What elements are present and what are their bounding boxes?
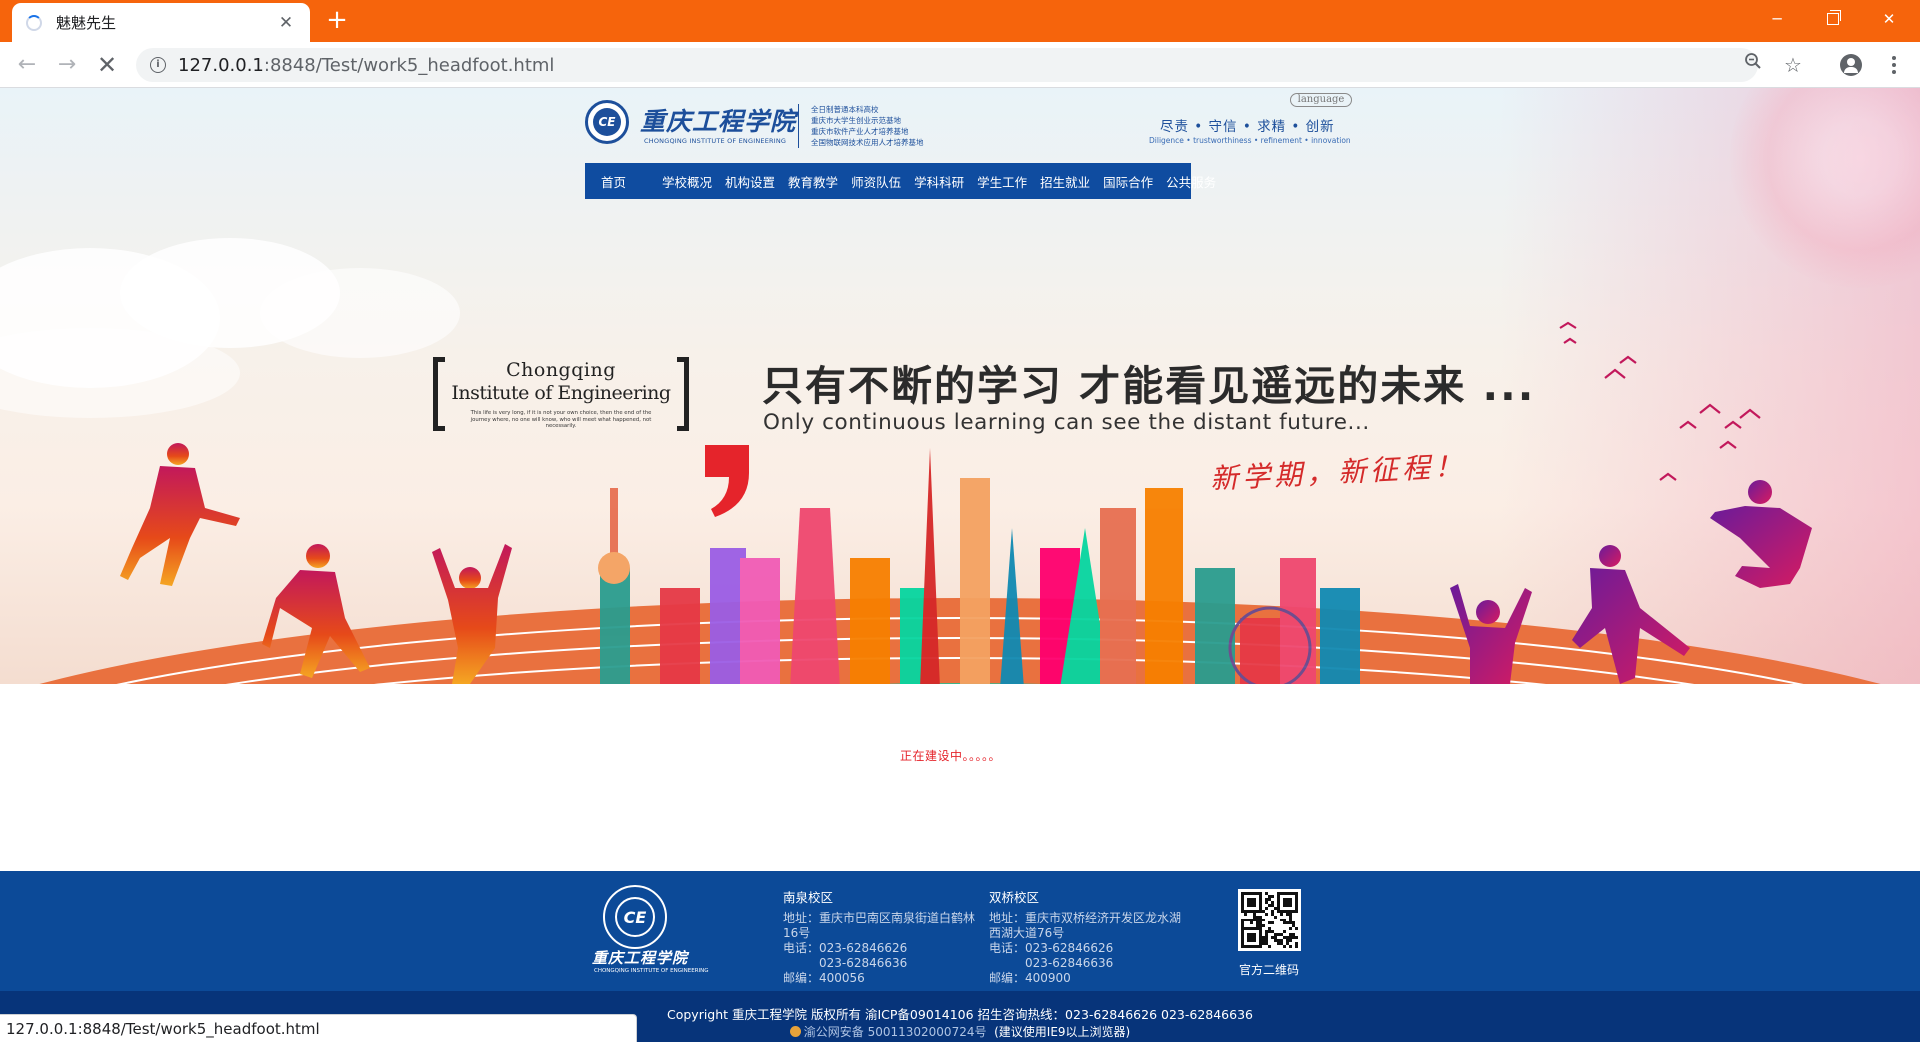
campus-shuangqiao: 双桥校区 地址：重庆市双桥经济开发区龙水湖西湖大道76号 电话：023-6284… xyxy=(989,890,1189,986)
nav-education[interactable]: 教育教学 xyxy=(788,172,838,191)
beian-id[interactable]: 渝公网安备 50011302000724号 xyxy=(804,1025,987,1039)
school-name-en: CHONGQING INSTITUTE OF ENGINEERING xyxy=(644,137,787,145)
campus-address: 地址：重庆市双桥经济开发区龙水湖西湖大道76号 xyxy=(989,911,1182,940)
nav-organization[interactable]: 机构设置 xyxy=(725,172,775,191)
qr-label: 官方二维码 xyxy=(1239,963,1300,977)
loading-spinner-icon xyxy=(26,14,42,31)
honor-item: 重庆市软件产业人才培养基地 xyxy=(811,127,909,136)
header-divider xyxy=(798,104,799,148)
url-path: :8848/Test/work5_headfoot.html xyxy=(263,54,555,76)
browser-toolbar: ← → ✕ i 127.0.0.1:8848/Test/work5_headfo… xyxy=(0,42,1920,88)
window-minimize-button[interactable]: ─ xyxy=(1754,0,1800,38)
footer-logo-mark: CE xyxy=(615,897,655,937)
main-nav: 首页 学校概况 机构设置 教育教学 师资队伍 学科科研 学生工作 招生就业 国际… xyxy=(585,163,1216,199)
browser-tab[interactable]: 魅魅先生 ✕ xyxy=(12,3,310,42)
slogan-en: Only continuous learning can see the dis… xyxy=(763,410,1370,435)
restore-icon xyxy=(1827,10,1841,25)
campus-phone: 电话：023-62846626 xyxy=(989,941,1114,955)
brand-bracket-box: Chongqing Institute of Engineering This … xyxy=(433,357,689,431)
footer-logo-en: CHONGQING INSTITUTE OF ENGINEERING xyxy=(594,968,709,974)
slogan-cn: 只有不断的学习 才能看见遥远的未来 ... xyxy=(762,362,1536,410)
status-bar-url: 127.0.0.1:8848/Test/work5_headfoot.html xyxy=(0,1014,637,1042)
campus-postcode: 邮编：400056 xyxy=(783,971,865,985)
nav-international[interactable]: 国际合作 xyxy=(1103,172,1153,191)
honor-item: 全国物联网技术应用人才培养基地 xyxy=(811,138,924,147)
stop-loading-button[interactable]: ✕ xyxy=(92,50,122,80)
nav-student-affairs[interactable]: 学生工作 xyxy=(977,172,1027,191)
language-button[interactable]: language xyxy=(1290,93,1352,107)
browser-tip: (建议使用IE9以上浏览器) xyxy=(994,1025,1131,1039)
school-name-cn[interactable]: 重庆工程学院 xyxy=(640,102,796,138)
window-close-button[interactable]: ✕ xyxy=(1866,0,1912,38)
footer-logo: CE xyxy=(603,885,667,949)
address-bar[interactable]: i 127.0.0.1:8848/Test/work5_headfoot.htm… xyxy=(136,48,1802,82)
zoom-icon[interactable] xyxy=(1740,52,1766,78)
footer-logo-cn: 重庆工程学院 xyxy=(592,949,689,967)
more-menu-icon[interactable] xyxy=(1884,54,1904,76)
nav-home[interactable]: 首页 xyxy=(601,172,626,191)
qr-code[interactable] xyxy=(1238,889,1301,951)
campus-title: 南泉校区 xyxy=(783,890,834,905)
motto-cn: 尽责 • 守信 • 求精 • 创新 xyxy=(1160,119,1335,135)
info-icon[interactable]: i xyxy=(150,57,166,73)
school-logo-mark: CE xyxy=(593,108,621,136)
honor-item: 全日制普通本科高校 xyxy=(811,105,879,114)
campus-address: 地址：重庆市巴南区南泉街道白鹤林16号 xyxy=(783,911,976,940)
motto-en: Diligence • trustworthiness • refinement… xyxy=(1149,136,1351,145)
campus-phone-2: 023-62846636 xyxy=(819,956,908,970)
school-honors: 全日制普通本科高校 重庆市大学生创业示范基地 重庆市软件产业人才培养基地 全国物… xyxy=(811,104,924,148)
school-logo[interactable]: CE xyxy=(585,100,629,144)
brand-line1: Chongqing xyxy=(506,359,616,381)
browser-titlebar: 魅魅先生 ✕ + ─ ✕ xyxy=(0,0,1920,42)
nav-faculty[interactable]: 师资队伍 xyxy=(851,172,901,191)
window-restore-button[interactable] xyxy=(1810,0,1856,38)
tab-title: 魅魅先生 xyxy=(56,14,117,32)
construction-notice: 正在建设中。。。。。 xyxy=(900,749,1002,763)
new-tab-button[interactable]: + xyxy=(322,6,352,36)
brand-small-text: This life is very long, if it is not you… xyxy=(470,410,652,429)
nav-public-services[interactable]: 公共服务 xyxy=(1166,172,1216,191)
bookmark-star-icon[interactable]: ☆ xyxy=(1780,52,1806,78)
police-badge-icon xyxy=(789,1026,801,1037)
url-host: 127.0.0.1 xyxy=(178,54,264,76)
honor-item: 重庆市大学生创业示范基地 xyxy=(811,116,901,125)
brand-line2: Institute of Engineering xyxy=(451,382,671,404)
nav-about[interactable]: 学校概况 xyxy=(662,172,712,191)
back-button[interactable]: ← xyxy=(12,50,42,80)
campus-phone-2: 023-62846636 xyxy=(1025,956,1114,970)
nav-admissions[interactable]: 招生就业 xyxy=(1040,172,1090,191)
campus-title: 双桥校区 xyxy=(989,890,1040,905)
campus-phone: 电话：023-62846626 xyxy=(783,941,908,955)
campus-nanquan: 南泉校区 地址：重庆市巴南区南泉街道白鹤林16号 电话：023-62846626… xyxy=(783,890,983,986)
qr-code-pattern xyxy=(1241,892,1298,948)
profile-icon[interactable] xyxy=(1840,54,1862,76)
quote-mark-icon xyxy=(705,445,749,517)
tab-close-icon[interactable]: ✕ xyxy=(276,13,296,33)
forward-button[interactable]: → xyxy=(52,50,82,80)
nav-research[interactable]: 学科科研 xyxy=(914,172,964,191)
campus-postcode: 邮编：400900 xyxy=(989,971,1071,985)
